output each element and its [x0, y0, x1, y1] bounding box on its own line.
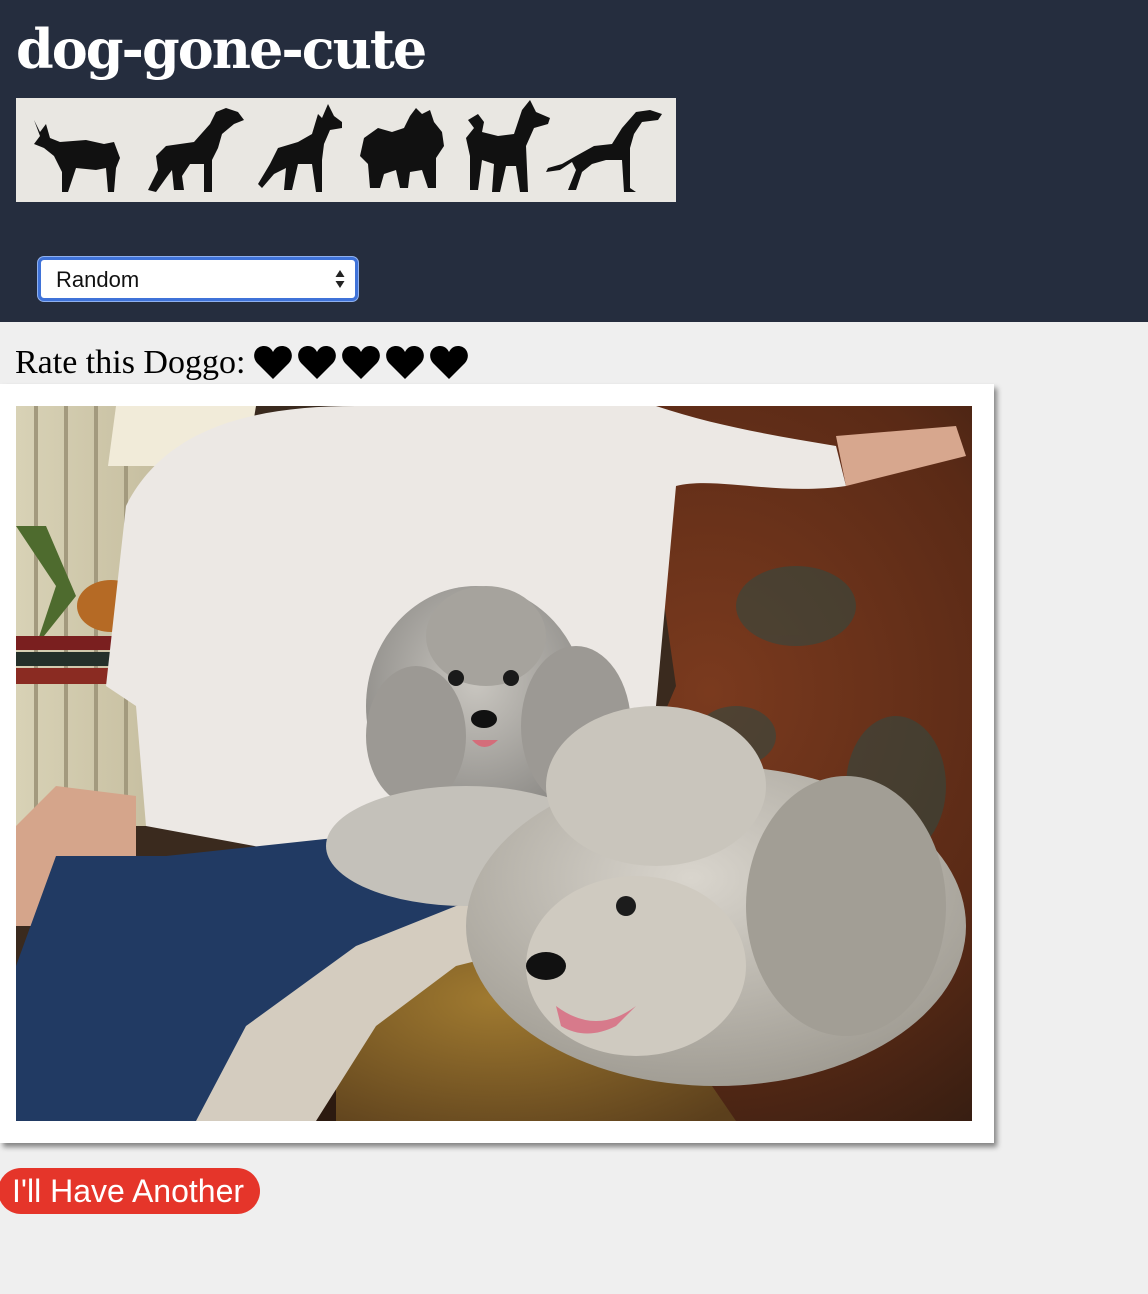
- site-header: dog-gone-cute Random: [0, 0, 1148, 322]
- heart-icon[interactable]: [253, 345, 293, 381]
- dog-silhouette-icon: [546, 110, 662, 192]
- dog-silhouette-icon: [258, 104, 342, 192]
- heart-icon[interactable]: [429, 345, 469, 381]
- dog-silhouette-icon: [466, 100, 550, 192]
- dog-silhouette-icon: [360, 108, 444, 188]
- another-dog-button[interactable]: I'll Have Another: [0, 1168, 261, 1214]
- heart-icon[interactable]: [385, 345, 425, 381]
- heart-icon[interactable]: [341, 345, 381, 381]
- rating-label: Rate this Doggo:: [15, 344, 246, 381]
- site-title: dog-gone-cute: [16, 17, 427, 81]
- select-arrows-icon: [335, 270, 345, 288]
- rating-hearts: [253, 345, 473, 381]
- breed-select[interactable]: Random: [38, 257, 358, 301]
- dog-photo: [16, 406, 972, 1121]
- photo-card: [0, 384, 994, 1143]
- dog-silhouettes-banner: [16, 98, 676, 202]
- dog-silhouette-icon: [34, 120, 120, 192]
- breed-select-value: Random: [56, 267, 140, 292]
- heart-icon[interactable]: [297, 345, 337, 381]
- dog-silhouette-icon: [148, 108, 244, 192]
- rating-row: Rate this Doggo:: [15, 342, 473, 384]
